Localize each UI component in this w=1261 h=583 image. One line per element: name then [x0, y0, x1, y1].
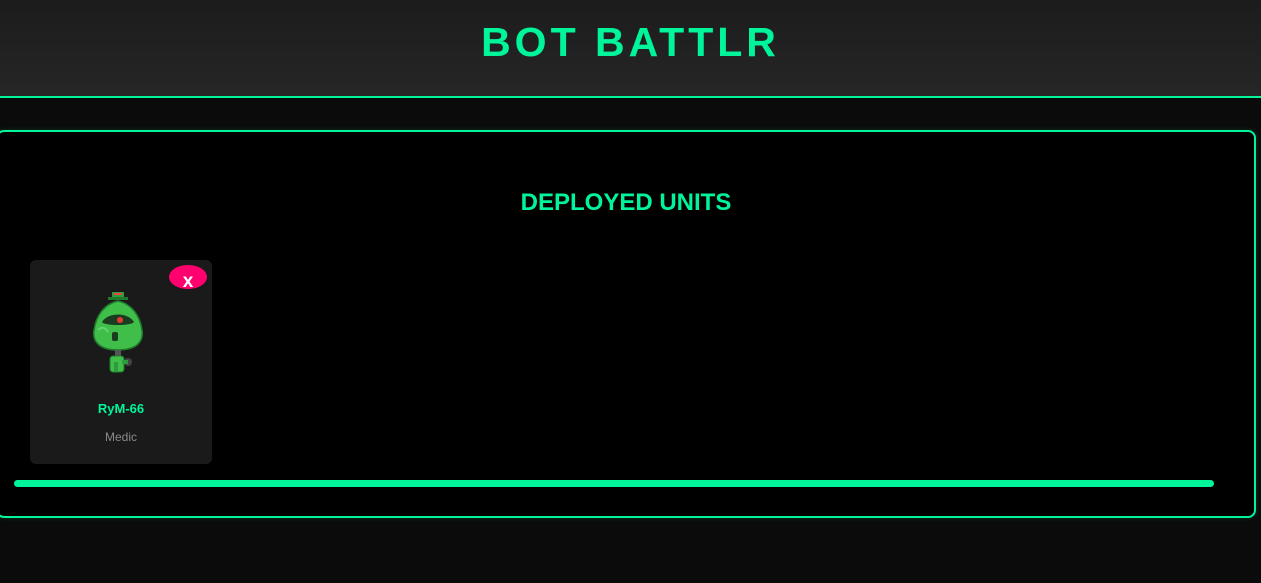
app-title: BOT BATTLR — [481, 19, 780, 65]
deployment-progress-bar — [14, 480, 1214, 487]
app-header: BOT BATTLR — [0, 0, 1261, 98]
deployed-units-heading: DEPLOYED UNITS — [520, 189, 732, 216]
unit-name: RyM-66 — [97, 401, 145, 416]
remove-unit-button[interactable]: x — [169, 265, 207, 289]
unit-card[interactable]: x RyM-66 Medic — [30, 260, 212, 464]
deployed-units-panel: DEPLOYED UNITS x RyM-66 Medic — [0, 130, 1256, 518]
unit-class: Medic — [104, 430, 137, 444]
green-medic-robot-icon — [92, 292, 144, 373]
deployment-progress-fill — [14, 480, 1214, 487]
